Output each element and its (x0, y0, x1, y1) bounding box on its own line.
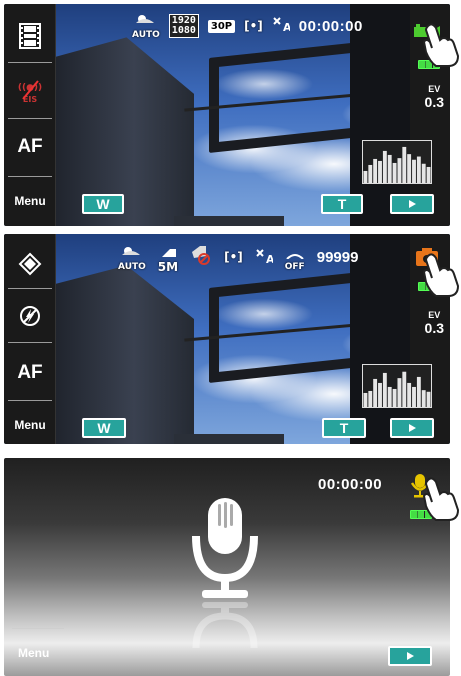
metering-icon[interactable]: [•] (224, 251, 243, 263)
histogram-bar (421, 390, 426, 407)
timer-off-label: OFF (284, 261, 305, 272)
ev-value: 0.3 (424, 320, 444, 336)
histogram (362, 364, 432, 408)
finger-touch-icon (420, 252, 460, 298)
divider (8, 118, 52, 119)
histogram-bar (402, 146, 407, 183)
divider (8, 400, 52, 401)
record-timecode: 00:00:00 (298, 17, 363, 35)
film-strip-icon[interactable] (4, 18, 56, 54)
histogram-bar (407, 382, 412, 407)
histogram-bar (373, 158, 378, 183)
status-bar: AUTO 1920 1080 30P [•] A 00:00:00 (132, 12, 363, 40)
ev-label: EV (428, 310, 441, 320)
photo-mode-screen: AF Menu AUTO 5M [•] A OFF 99999 EV 0.3 W… (4, 234, 450, 444)
flash-off-icon[interactable] (4, 296, 56, 336)
svg-text:A: A (283, 21, 290, 32)
histogram (362, 140, 432, 184)
histogram-bar (421, 163, 426, 183)
playback-button[interactable] (390, 418, 434, 438)
scene-mode-label: AUTO (132, 30, 160, 40)
histogram-bar (416, 376, 421, 407)
divider (8, 62, 52, 63)
video-mode-screen: ((●)) EIS AF Menu AUTO 1920 1080 30P [•] … (4, 4, 450, 226)
histogram-bar (382, 372, 387, 407)
shots-remaining: 99999 (316, 249, 359, 266)
zoom-tele-button[interactable]: T (321, 194, 363, 214)
stabilizer-off-icon[interactable]: ((●)) EIS (4, 70, 56, 112)
image-size-icon[interactable]: 5M (158, 242, 178, 273)
histogram-bar (412, 386, 416, 407)
histogram-bar (363, 392, 368, 407)
play-icon (406, 652, 414, 660)
histogram-bar (407, 154, 412, 183)
histogram-bar (368, 164, 373, 183)
play-icon (408, 200, 416, 208)
finger-touch-icon (420, 476, 460, 522)
histogram-bar (392, 162, 397, 183)
zoom-wide-button[interactable]: W (82, 194, 124, 214)
svg-text:A: A (266, 253, 273, 264)
status-bar: AUTO 5M [•] A OFF 99999 (118, 242, 358, 273)
histogram-bar (387, 386, 392, 407)
histogram-bar (387, 154, 392, 183)
af-button[interactable]: AF (4, 130, 56, 164)
fps-badge[interactable]: 30P (207, 19, 236, 33)
histogram-bar (426, 391, 431, 407)
image-size-label: 5M (157, 260, 179, 274)
divider (8, 176, 52, 177)
photo-frame-icon[interactable] (4, 246, 56, 282)
histogram-bar (426, 166, 431, 183)
histogram-bar (368, 390, 373, 407)
roof-image (174, 216, 284, 226)
histogram-bar (397, 158, 402, 183)
af-button[interactable]: AF (4, 356, 56, 390)
histogram-bar (363, 170, 368, 183)
playback-button[interactable] (388, 646, 432, 666)
white-balance-auto-icon[interactable]: A (272, 16, 292, 36)
record-timecode: 00:00:00 (318, 476, 383, 493)
histogram-bar (392, 388, 397, 407)
microphone-icon (190, 498, 260, 652)
menu-button[interactable]: Menu (4, 414, 56, 436)
ev-indicator[interactable]: EV 0.3 (425, 84, 444, 110)
play-icon (408, 424, 416, 432)
timer-off-icon[interactable]: OFF (285, 244, 305, 272)
resolution-height: 1080 (171, 25, 196, 36)
roof-image (174, 434, 284, 444)
histogram-bar (416, 156, 421, 183)
divider (8, 342, 52, 343)
ev-label: EV (428, 84, 441, 94)
histogram-bars (363, 371, 431, 407)
ev-indicator[interactable]: EV 0.3 (425, 310, 444, 336)
menu-button[interactable]: Menu (18, 646, 49, 660)
metering-icon[interactable]: [•] (244, 20, 263, 32)
scene-mode-icon[interactable]: AUTO (132, 12, 160, 40)
histogram-bar (412, 159, 416, 183)
scene-mode-icon[interactable]: AUTO (118, 244, 146, 272)
left-sidebar: ((●)) EIS AF Menu (4, 4, 56, 226)
histogram-bars (363, 146, 431, 183)
resolution-badge[interactable]: 1920 1080 (168, 14, 199, 38)
histogram-bar (373, 378, 378, 407)
red-eye-off-icon[interactable] (190, 245, 212, 270)
histogram-bar (378, 382, 382, 407)
scene-mode-label: AUTO (118, 261, 146, 272)
left-sidebar: AF Menu (4, 234, 56, 444)
histogram-bar (382, 150, 387, 183)
ev-value: 0.3 (424, 94, 444, 110)
white-balance-auto-icon[interactable]: A (255, 248, 275, 268)
divider (8, 288, 52, 289)
histogram-bar (402, 371, 407, 407)
voice-record-screen: 00:00:00 Menu (4, 458, 450, 676)
zoom-wide-button[interactable]: W (82, 418, 126, 438)
divider (12, 628, 64, 629)
building-right-image (350, 234, 410, 444)
histogram-bar (378, 160, 382, 183)
histogram-bar (397, 378, 402, 407)
menu-button[interactable]: Menu (4, 190, 56, 212)
finger-touch-icon (420, 22, 460, 68)
playback-button[interactable] (390, 194, 434, 214)
zoom-tele-button[interactable]: T (322, 418, 366, 438)
